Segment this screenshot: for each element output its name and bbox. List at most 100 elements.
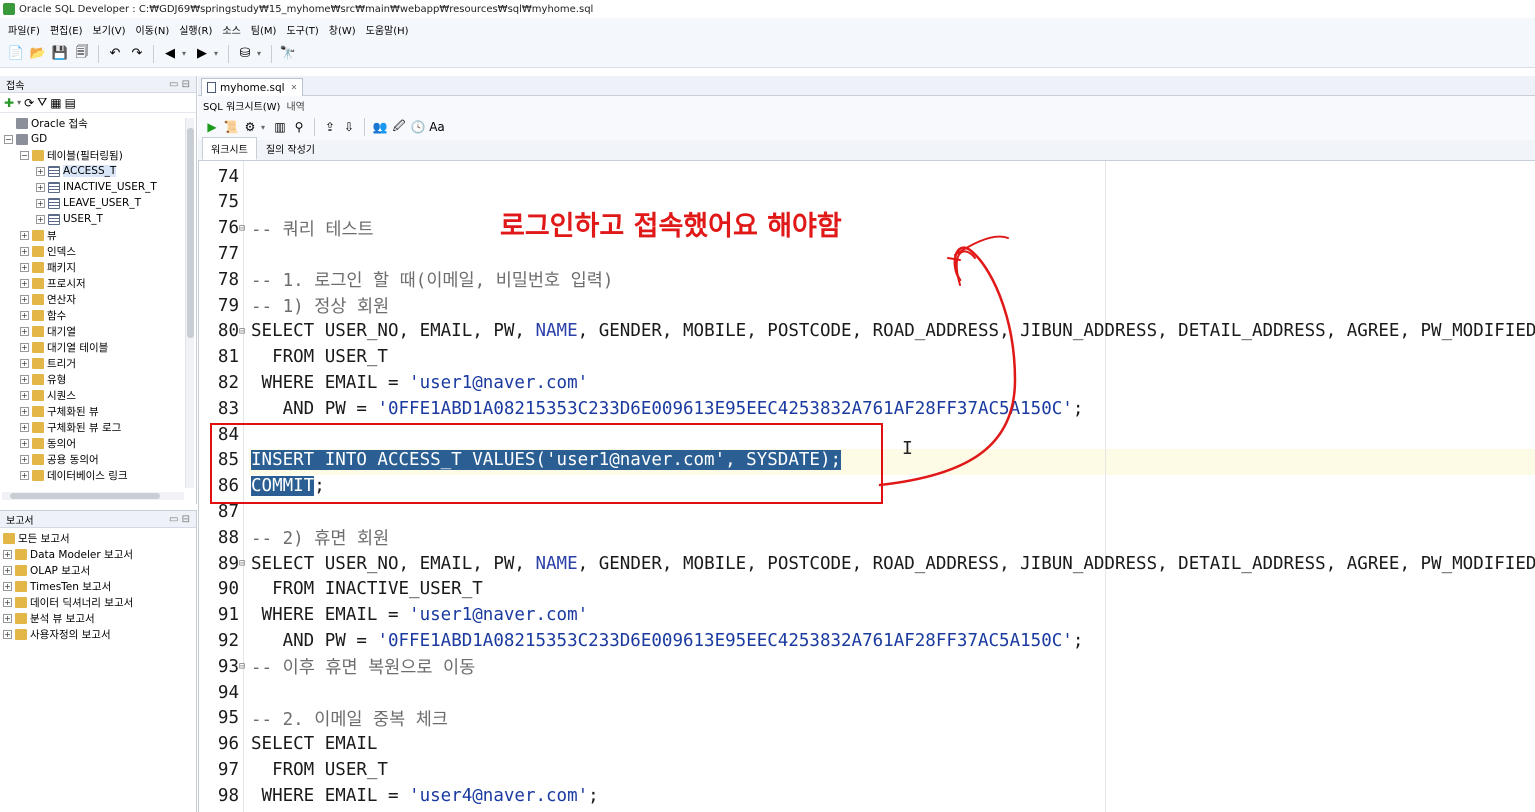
save-icon[interactable]: 💾 bbox=[50, 44, 70, 64]
undo-icon[interactable]: ↶ bbox=[105, 44, 125, 64]
code-line[interactable]: 97 FROM USER_T bbox=[199, 757, 1535, 782]
tree-item[interactable]: + 공용 동의어 bbox=[20, 451, 99, 467]
fold-toggle-icon[interactable]: ⊟ bbox=[239, 223, 249, 234]
run-statement-icon[interactable]: ▶ bbox=[204, 117, 220, 137]
tree-item[interactable]: + 뷰 bbox=[20, 227, 57, 243]
tree-item[interactable]: + 트리거 bbox=[20, 355, 76, 371]
expand-icon[interactable]: + bbox=[20, 262, 29, 272]
unshared-worksheet-icon[interactable]: 👥 bbox=[372, 117, 388, 137]
autotrace-dropdown-icon[interactable]: ▾ bbox=[261, 123, 269, 132]
filter-icon[interactable]: ⛛ bbox=[37, 95, 47, 110]
menu-item-0[interactable]: 파일(F) bbox=[3, 20, 45, 39]
tree-item[interactable]: + 구체화된 뷰 로그 bbox=[20, 419, 121, 435]
tree-item[interactable]: + USER_T bbox=[36, 211, 103, 227]
expand-icon[interactable]: + bbox=[20, 422, 29, 432]
clear-icon[interactable]: 🖉 bbox=[391, 117, 407, 137]
save-all-icon[interactable]: 🗐 bbox=[72, 44, 92, 64]
tree-item[interactable]: + 데이터베이스 링크 bbox=[20, 467, 128, 483]
redo-icon[interactable]: ↷ bbox=[127, 44, 147, 64]
explain-plan-icon[interactable]: ▥ bbox=[272, 117, 288, 137]
forward-icon[interactable]: ▶ bbox=[192, 44, 212, 64]
expand-icon[interactable]: + bbox=[20, 454, 29, 464]
code-line[interactable]: 95 -- 2. 이메일 중복 체크 bbox=[199, 706, 1535, 731]
tree-item[interactable]: + ACCESS_T bbox=[36, 163, 117, 179]
panel-minimize-icon[interactable]: ▭ ⊟ bbox=[169, 514, 190, 525]
tree-item[interactable]: + 대기열 테이블 bbox=[20, 339, 108, 355]
menu-item-9[interactable]: 도움말(H) bbox=[361, 20, 414, 39]
menu-item-6[interactable]: 팀(M) bbox=[246, 20, 282, 39]
sql-history-icon[interactable]: 🕓 bbox=[410, 117, 426, 137]
back-icon[interactable]: ◀ bbox=[160, 44, 180, 64]
code-line[interactable]: 90 FROM INACTIVE_USER_T bbox=[199, 577, 1535, 602]
tree-item[interactable]: + LEAVE_USER_T bbox=[36, 195, 141, 211]
report-item[interactable]: + OLAP 보고서 bbox=[3, 562, 90, 578]
run-script-icon[interactable]: 📜 bbox=[223, 117, 239, 137]
code-line[interactable]: 98 WHERE EMAIL = 'user4@naver.com'; bbox=[199, 783, 1535, 808]
tree-item[interactable]: + 함수 bbox=[20, 307, 66, 323]
open-folder-icon[interactable]: 📂 bbox=[28, 44, 48, 64]
tree-item[interactable]: + 구체화된 뷰 bbox=[20, 403, 99, 419]
format-case-icon[interactable]: Aa bbox=[429, 117, 445, 137]
back-dropdown-icon[interactable]: ▾ bbox=[182, 49, 190, 58]
new-file-icon[interactable]: 📄 bbox=[6, 44, 26, 64]
panel-minimize-icon[interactable]: ▭ ⊟ bbox=[169, 79, 190, 90]
sql-tuning-icon[interactable]: ⚲ bbox=[291, 117, 307, 137]
database-connect-icon[interactable]: ⛁ bbox=[235, 44, 255, 64]
connect-dropdown-icon[interactable]: ▾ bbox=[257, 49, 265, 58]
expand-icon[interactable]: + bbox=[3, 565, 12, 575]
code-line[interactable]: 75 bbox=[199, 190, 1535, 215]
menu-item-5[interactable]: 소스 bbox=[217, 20, 245, 39]
tab-history[interactable]: 내역 bbox=[286, 98, 304, 113]
code-line[interactable]: 94 bbox=[199, 680, 1535, 705]
expand-icon[interactable]: + bbox=[20, 470, 29, 480]
expand-icon[interactable]: + bbox=[20, 342, 29, 352]
menu-item-4[interactable]: 실행(R) bbox=[174, 20, 217, 39]
autotrace-icon[interactable]: ⚙ bbox=[242, 117, 258, 137]
code-line[interactable]: 91 WHERE EMAIL = 'user1@naver.com' bbox=[199, 603, 1535, 628]
menu-item-3[interactable]: 이동(N) bbox=[131, 20, 175, 39]
collapse-icon[interactable]: − bbox=[4, 134, 13, 144]
add-connection-icon[interactable]: ✚ bbox=[4, 96, 14, 110]
report-item[interactable]: + TimesTen 보고서 bbox=[3, 578, 111, 594]
report-item[interactable]: + 데이터 딕셔너리 보고서 bbox=[3, 594, 133, 610]
code-line[interactable]: 74 bbox=[199, 164, 1535, 189]
expand-icon[interactable]: + bbox=[3, 629, 12, 639]
tab-sql-worksheet[interactable]: SQL 워크시트(W) bbox=[203, 98, 280, 113]
code-line[interactable]: 93 ⊟ -- 이후 휴면 복원으로 이동 bbox=[199, 654, 1535, 679]
tree-item[interactable]: + 프로시저 bbox=[20, 275, 86, 291]
forward-dropdown-icon[interactable]: ▾ bbox=[214, 49, 222, 58]
expand-icon[interactable]: + bbox=[36, 198, 45, 208]
expand-icon[interactable]: + bbox=[3, 549, 12, 559]
tree-item[interactable]: + 시퀀스 bbox=[20, 387, 76, 403]
expand-icon[interactable]: + bbox=[20, 246, 29, 256]
find-db-object-icon[interactable]: 🔭 bbox=[278, 44, 298, 64]
open-sql-worksheet-icon[interactable]: ▤ bbox=[65, 96, 76, 110]
expand-icon[interactable]: + bbox=[20, 406, 29, 416]
editor-tab-myhome-sql[interactable]: myhome.sql ✕ bbox=[201, 78, 303, 96]
rollback-icon[interactable]: ⇩ bbox=[341, 117, 357, 137]
menu-item-7[interactable]: 도구(T) bbox=[281, 20, 323, 39]
expand-icon[interactable]: + bbox=[20, 326, 29, 336]
code-line[interactable]: 89 ⊟ SELECT USER_NO, EMAIL, PW, NAME, GEND… bbox=[199, 551, 1535, 576]
menu-item-2[interactable]: 보기(V) bbox=[88, 20, 131, 39]
tree-item[interactable]: + 인덱스 bbox=[20, 243, 76, 259]
expand-icon[interactable]: + bbox=[3, 581, 12, 591]
commit-icon[interactable]: ⇪ bbox=[322, 117, 338, 137]
expand-icon[interactable]: + bbox=[20, 358, 29, 368]
tree-item[interactable]: + 동의어 bbox=[20, 435, 76, 451]
tree-item[interactable]: + 대기열 bbox=[20, 323, 76, 339]
expand-icon[interactable]: + bbox=[20, 374, 29, 384]
tree-item[interactable]: + 패키지 bbox=[20, 259, 76, 275]
menu-item-8[interactable]: 창(W) bbox=[324, 20, 361, 39]
report-item[interactable]: + 분석 뷰 보고서 bbox=[3, 610, 95, 626]
expand-icon[interactable]: + bbox=[20, 278, 29, 288]
code-line[interactable]: 92 AND PW = '0FFE1ABD1A08215353C233D6E00… bbox=[199, 628, 1535, 653]
refresh-icon[interactable]: ⟳ bbox=[24, 96, 34, 110]
tab-query-builder[interactable]: 질의 작성기 bbox=[257, 137, 324, 160]
report-item[interactable]: + Data Modeler 보고서 bbox=[3, 546, 133, 562]
expand-icon[interactable]: + bbox=[20, 230, 29, 240]
tree-item[interactable]: + 유형 bbox=[20, 371, 66, 387]
scrollbar-thumb[interactable] bbox=[10, 493, 160, 499]
expand-icon[interactable]: + bbox=[20, 310, 29, 320]
report-item[interactable]: 모든 보고서 bbox=[3, 530, 70, 546]
